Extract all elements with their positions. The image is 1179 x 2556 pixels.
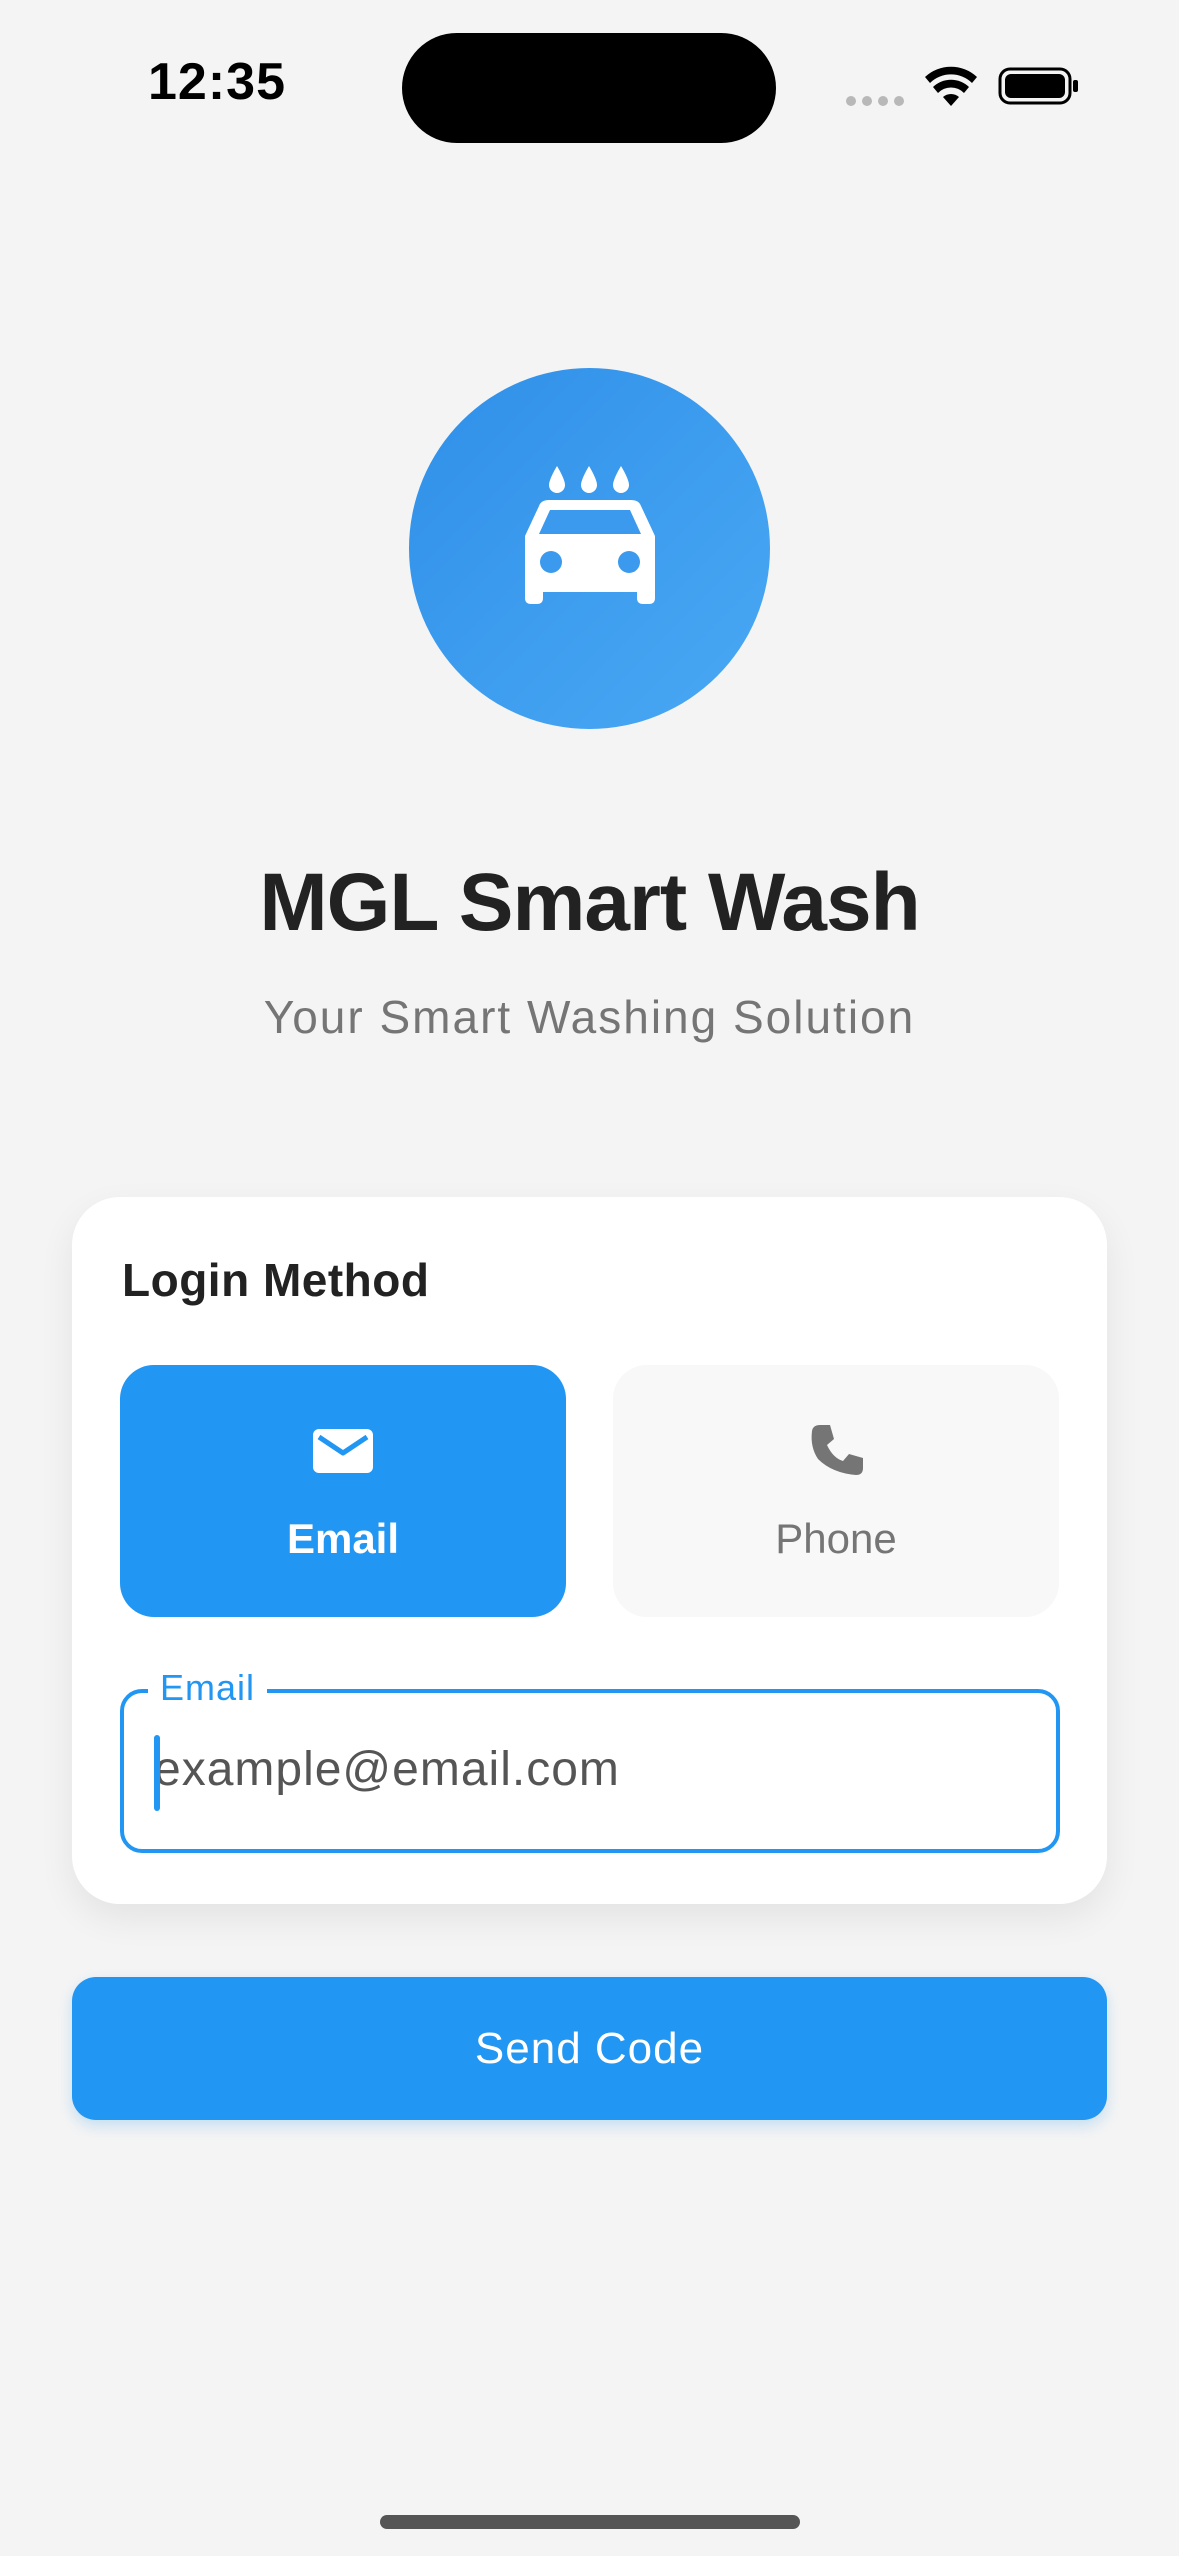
login-card: Login Method Email Phone Email (72, 1197, 1107, 1904)
email-field[interactable]: Email (120, 1667, 1060, 1853)
email-method-label: Email (286, 1515, 400, 1562)
phone-icon (811, 1425, 863, 1475)
email-method-button[interactable]: Email (120, 1365, 566, 1617)
app-logo (409, 368, 770, 729)
cellular-signal-icon (846, 96, 904, 106)
wifi-icon (925, 66, 977, 106)
app-title: MGL Smart Wash (259, 857, 920, 948)
mail-icon (313, 1429, 373, 1473)
send-code-button[interactable]: Send Code (72, 1977, 1107, 2120)
car-wash-icon (525, 466, 655, 604)
email-field-label: Email (148, 1667, 268, 1709)
phone-method-label: Phone (775, 1515, 897, 1562)
phone-method-button[interactable]: Phone (613, 1365, 1059, 1617)
email-input[interactable] (154, 1731, 1024, 1807)
battery-icon (998, 67, 1078, 105)
app-subtitle: Your Smart Washing Solution (263, 991, 916, 1043)
dynamic-island (402, 33, 776, 143)
status-time: 12:35 (148, 53, 286, 111)
home-indicator[interactable] (380, 2515, 800, 2529)
status-bar: 12:35 (0, 0, 1179, 170)
text-cursor (154, 1735, 160, 1811)
login-method-heading: Login Method (122, 1254, 430, 1306)
